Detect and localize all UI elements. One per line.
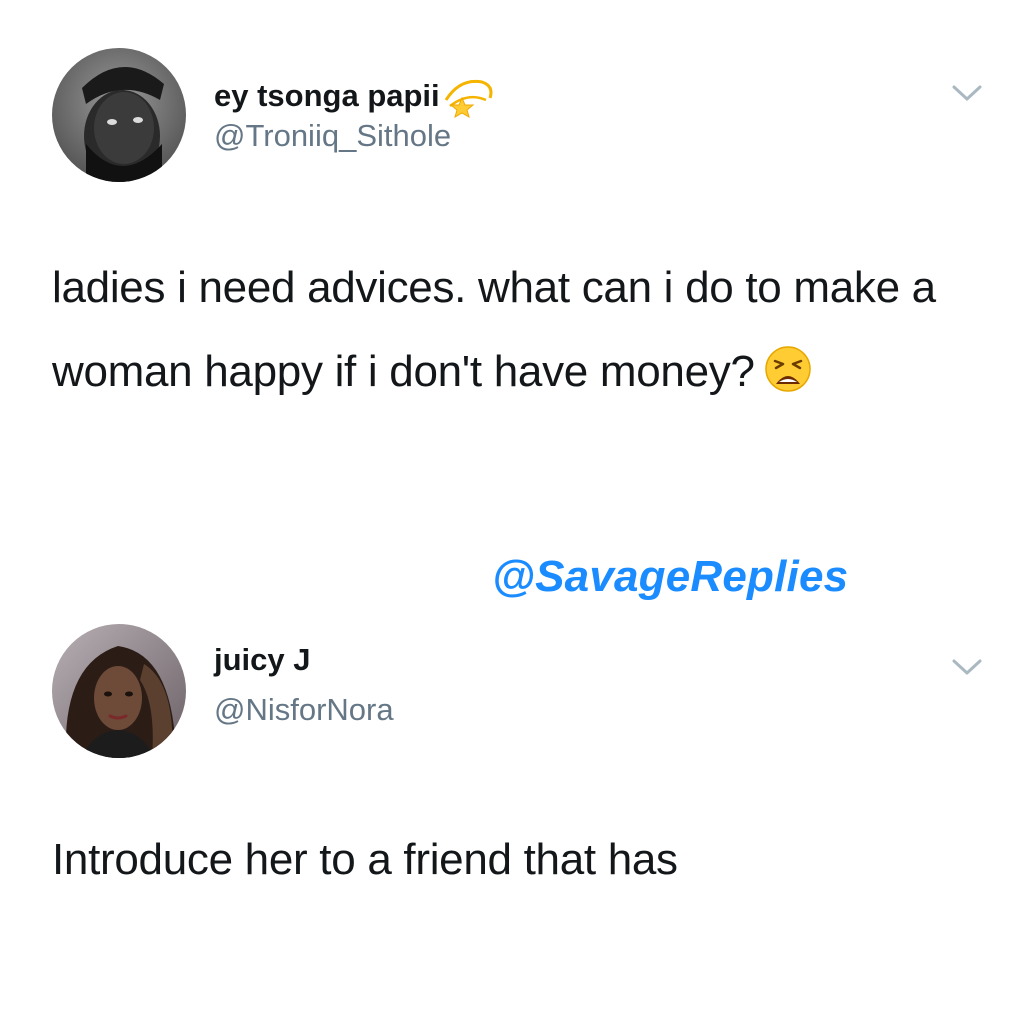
tweet-text-content: Introduce her to a friend that has: [52, 835, 678, 884]
chevron-down-icon[interactable]: [950, 82, 984, 104]
display-name-text: ey tsonga papii: [214, 78, 440, 113]
avatar[interactable]: [52, 624, 186, 758]
handle[interactable]: @Troniiq_Sithole: [214, 118, 451, 154]
weary-face-emoji-icon: [763, 344, 813, 394]
dizzy-emoji-icon: [442, 74, 496, 118]
avatar-image: [52, 48, 186, 182]
tweet-text: ladies i need advices. what can i do to …: [52, 246, 964, 414]
display-name-text: juicy J: [214, 642, 311, 677]
watermark: @SavageReplies: [492, 552, 849, 601]
tweet-header: juicy J @NisforNora: [52, 624, 984, 764]
handle[interactable]: @NisforNora: [214, 692, 394, 728]
tweet-text: Introduce her to a friend that has: [52, 818, 964, 902]
display-name[interactable]: ey tsonga papii: [214, 74, 496, 118]
avatar-image: [52, 624, 186, 758]
avatar[interactable]: [52, 48, 186, 182]
tweet-header: ey tsonga papii @Troniiq_Sithole: [52, 48, 984, 188]
chevron-down-icon[interactable]: [950, 656, 984, 678]
display-name[interactable]: juicy J: [214, 642, 311, 678]
